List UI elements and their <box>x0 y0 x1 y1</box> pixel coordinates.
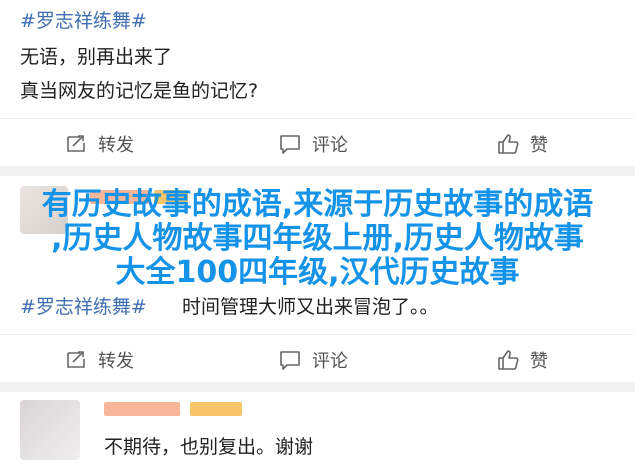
repost-label: 转发 <box>98 135 134 156</box>
comment-icon <box>280 351 300 370</box>
like-label: 赞 <box>530 351 548 372</box>
user-badge-blurred <box>190 402 242 416</box>
comment-icon <box>280 135 300 154</box>
repost-icon <box>67 135 85 152</box>
post-text: 时间管理大师又出来冒泡了。。 <box>182 296 439 318</box>
repost-icon <box>67 351 85 368</box>
overlay-title-line-2: ,历史人物故事四年级上册,历史人物故事 <box>51 221 584 256</box>
post-text-line: 无语，别再出来了 <box>20 46 173 68</box>
repost-button[interactable]: 转发 <box>64 347 134 373</box>
repost-button[interactable]: 转发 <box>64 131 134 157</box>
like-button[interactable]: 赞 <box>496 131 548 157</box>
action-bar: 转发 评论 赞 <box>0 118 635 166</box>
comment-label: 评论 <box>312 351 348 372</box>
separator <box>0 166 635 176</box>
like-label: 赞 <box>530 135 548 156</box>
hashtag-link[interactable]: #罗志祥练舞# <box>20 292 147 319</box>
overlay-title-line-3: 大全100四年级,汉代历史故事 <box>115 255 520 290</box>
comment-text: 不期待，也别复出。谢谢 <box>104 436 314 458</box>
comment-button[interactable]: 评论 <box>278 347 348 373</box>
overlay-title-line-1: 有历史故事的成语,来源于历史故事的成语 <box>41 187 594 222</box>
separator <box>0 382 635 392</box>
post-text-line: 真当网友的记忆是鱼的记忆? <box>20 80 259 102</box>
comment-button[interactable]: 评论 <box>278 131 348 157</box>
thumbs-up-icon <box>498 350 519 370</box>
thumbs-up-icon <box>498 134 519 154</box>
comment-label: 评论 <box>312 135 348 156</box>
avatar[interactable] <box>20 400 80 460</box>
action-bar: 转发 评论 赞 <box>0 334 635 382</box>
repost-label: 转发 <box>98 351 134 372</box>
like-button[interactable]: 赞 <box>496 347 548 373</box>
weibo-post-1: #罗志祥练舞# 无语，别再出来了 真当网友的记忆是鱼的记忆? <box>0 0 635 110</box>
hashtag-link[interactable]: #罗志祥练舞# <box>20 6 147 33</box>
username-blurred <box>104 402 180 416</box>
